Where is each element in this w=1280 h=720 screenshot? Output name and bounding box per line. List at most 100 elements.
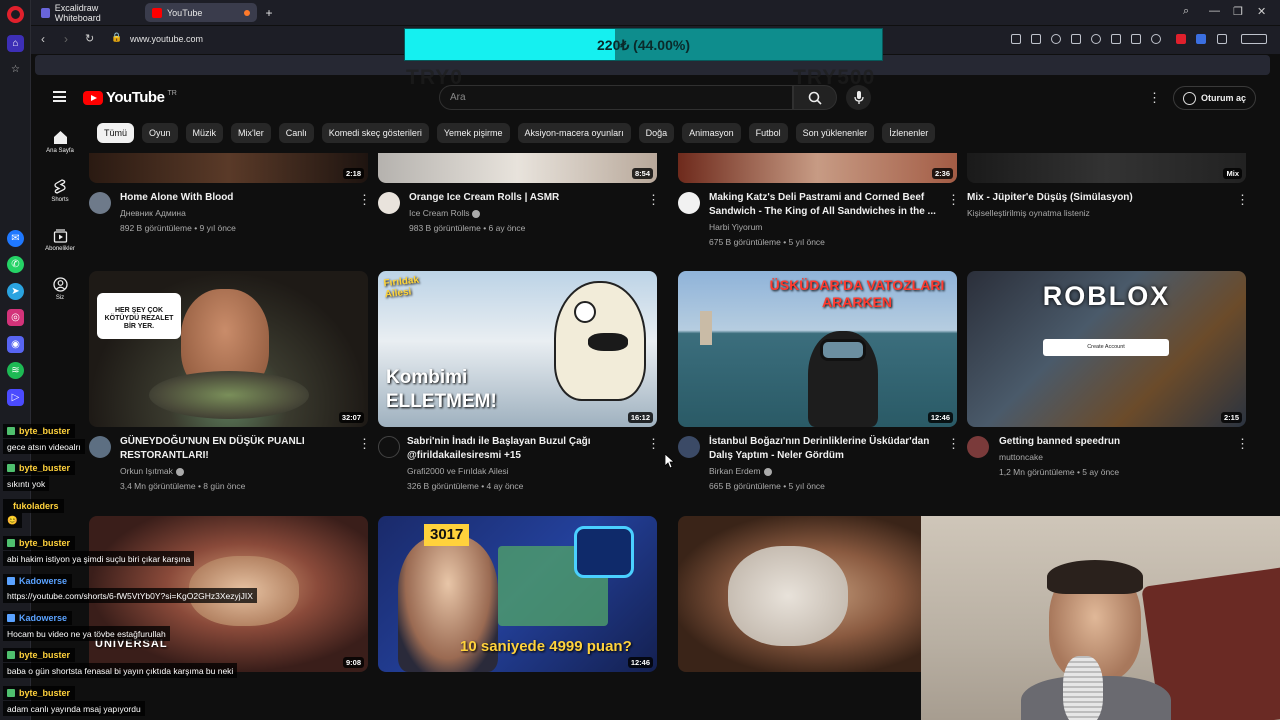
tab-youtube[interactable]: YouTube: [145, 3, 257, 22]
back-icon[interactable]: ‹: [41, 32, 45, 46]
search-tabs-icon[interactable]: ⌕: [1183, 5, 1189, 18]
settings-kebab-icon[interactable]: ⋮: [1148, 91, 1161, 104]
video-thumbnail[interactable]: ROBLOX Create Account 2:15: [967, 271, 1246, 427]
video-title[interactable]: Orange Ice Cream Rolls | ASMR: [409, 191, 644, 205]
discord-icon[interactable]: ◉: [7, 336, 24, 353]
chip-all[interactable]: Tümü: [97, 123, 135, 143]
chip-recently-uploaded[interactable]: Son yüklenenler: [795, 123, 875, 143]
sidebar-item-subscriptions[interactable]: Abonelikler: [31, 228, 89, 252]
video-thumbnail[interactable]: Mix: [967, 153, 1246, 183]
video-options-icon[interactable]: ⋮: [947, 193, 960, 206]
close-window-icon[interactable]: ✕: [1257, 5, 1266, 18]
video-title[interactable]: Home Alone With Blood: [120, 191, 350, 205]
messenger-icon[interactable]: ✉: [7, 230, 24, 247]
chip-cooking[interactable]: Yemek pişirme: [436, 123, 510, 143]
menu-hamburger-icon[interactable]: [53, 91, 66, 102]
channel-avatar[interactable]: [378, 192, 400, 214]
download-icon[interactable]: [1111, 34, 1121, 44]
video-thumbnail[interactable]: HER ŞEY ÇOK KÖTÜYDÜ REZALET BİR YER. 32:…: [89, 271, 368, 427]
chip-comedy[interactable]: Komedi skeç gösterileri: [321, 123, 429, 143]
sidebar-item-home[interactable]: Ana Sayfa: [31, 130, 89, 154]
video-thumbnail[interactable]: Fırıldak Ailesi Kombimi ELLETMEM! 16:12: [378, 271, 657, 427]
chat-badge-icon: [7, 464, 15, 472]
channel-avatar[interactable]: [678, 436, 700, 458]
chip-nature[interactable]: Doğa: [638, 123, 675, 143]
shield-icon[interactable]: [1051, 34, 1061, 44]
channel-name[interactable]: Birkan Erdem: [709, 464, 772, 478]
channel-avatar[interactable]: [89, 192, 111, 214]
tab-excalidraw[interactable]: Excalidraw Whiteboard: [34, 3, 142, 23]
verified-icon: [472, 209, 481, 218]
home-icon[interactable]: ⌂: [7, 35, 24, 52]
camera-icon[interactable]: [1031, 34, 1041, 44]
instagram-icon[interactable]: ◎: [7, 309, 24, 326]
video-options-icon[interactable]: ⋮: [647, 437, 660, 450]
sidebar-item-label: Shorts: [51, 197, 69, 203]
reload-icon[interactable]: ↻: [85, 32, 94, 45]
menu-icon[interactable]: [1131, 34, 1141, 44]
video-title[interactable]: Making Katz's Deli Pastrami and Corned B…: [709, 191, 949, 219]
channel-avatar[interactable]: [378, 436, 400, 458]
sidebar-item-you[interactable]: Siz: [31, 277, 89, 301]
channel-name[interactable]: Orkun Işıtmak: [120, 464, 184, 478]
profile-icon[interactable]: [1151, 34, 1161, 44]
video-title[interactable]: İstanbul Boğazı'nın Derinliklerine Üsküd…: [709, 435, 949, 463]
bookmark-star-icon[interactable]: ☆: [7, 61, 24, 78]
translate-icon[interactable]: [1196, 34, 1206, 44]
channel-name[interactable]: Дневник Админа: [120, 206, 186, 220]
new-tab-button[interactable]: +: [262, 3, 276, 22]
video-thumbnail[interactable]: [678, 516, 957, 672]
video-thumbnail[interactable]: 8:54: [378, 153, 657, 183]
search-input[interactable]: Ara: [439, 85, 793, 110]
extension-red-icon[interactable]: [1176, 34, 1186, 44]
video-title[interactable]: Getting banned speedrun: [999, 435, 1229, 449]
channel-avatar[interactable]: [89, 436, 111, 458]
video-options-icon[interactable]: ⋮: [947, 437, 960, 450]
youtube-logo[interactable]: YouTube TR: [83, 89, 177, 106]
channel-avatar[interactable]: [967, 436, 989, 458]
video-options-icon[interactable]: ⋮: [358, 193, 371, 206]
chip-football[interactable]: Futbol: [748, 123, 788, 143]
telegram-icon[interactable]: ➤: [7, 283, 24, 300]
chip-live[interactable]: Canlı: [278, 123, 314, 143]
sign-in-button[interactable]: Oturum aç: [1173, 86, 1257, 110]
chip-gaming[interactable]: Oyun: [142, 123, 178, 143]
video-title[interactable]: Sabri'nin İnadı ile Başlayan Buzul Çağı @…: [407, 435, 642, 463]
player-icon[interactable]: ▷: [7, 389, 24, 406]
video-options-icon[interactable]: ⋮: [1236, 193, 1249, 206]
video-thumbnail[interactable]: ÜSKÜDAR'DA VATOZLARI ARARKEN 12:46: [678, 271, 957, 427]
spotify-icon[interactable]: ≋: [7, 362, 24, 379]
video-title[interactable]: GÜNEYDOĞU'NUN EN DÜŞÜK PUANLI RESTORANTLA…: [120, 435, 350, 463]
chip-action-adventure[interactable]: Aksiyon-macera oyunları: [517, 123, 631, 143]
chip-watched[interactable]: İzlenenler: [882, 123, 936, 143]
channel-avatar[interactable]: [678, 192, 700, 214]
chat-username: byte_buster: [3, 424, 76, 438]
chip-music[interactable]: Müzik: [185, 123, 224, 143]
aria-ai-icon[interactable]: [1241, 34, 1267, 44]
restore-icon[interactable]: ❐: [1233, 5, 1243, 18]
chip-mixes[interactable]: Mix'ler: [231, 123, 271, 143]
opera-logo-icon[interactable]: [7, 6, 24, 23]
forward-icon[interactable]: ›: [64, 32, 68, 46]
heart-icon[interactable]: [1091, 34, 1101, 44]
settings-icon[interactable]: [1217, 34, 1227, 44]
video-options-icon[interactable]: ⋮: [647, 193, 660, 206]
chip-animation[interactable]: Animasyon: [682, 123, 741, 143]
channel-name[interactable]: Grafi2000 ve Fırıldak Ailesi: [407, 464, 509, 478]
minimize-icon[interactable]: —: [1209, 5, 1220, 17]
channel-name[interactable]: Ice Cream Rolls: [409, 206, 481, 220]
sidebar-item-shorts[interactable]: Shorts: [31, 179, 89, 203]
video-thumbnail[interactable]: 2:36: [678, 153, 957, 183]
video-options-icon[interactable]: ⋮: [358, 437, 371, 450]
url-field[interactable]: www.youtube.com: [130, 34, 203, 44]
video-title[interactable]: Mix - Jüpiter'e Düşüş (Simülasyon): [967, 191, 1227, 205]
edit-icon[interactable]: [1011, 34, 1021, 44]
video-options-icon[interactable]: ⋮: [1236, 437, 1249, 450]
video-thumbnail[interactable]: 2:18: [89, 153, 368, 183]
channel-name[interactable]: muttoncake: [999, 450, 1043, 464]
send-icon[interactable]: [1071, 34, 1081, 44]
video-thumbnail[interactable]: 3017 10 saniyede 4999 puan? 12:46: [378, 516, 657, 672]
whatsapp-icon[interactable]: ✆: [7, 256, 24, 273]
channel-name[interactable]: Harbi Yiyorum: [709, 220, 762, 234]
chat-username: Kadowerse: [3, 611, 73, 625]
